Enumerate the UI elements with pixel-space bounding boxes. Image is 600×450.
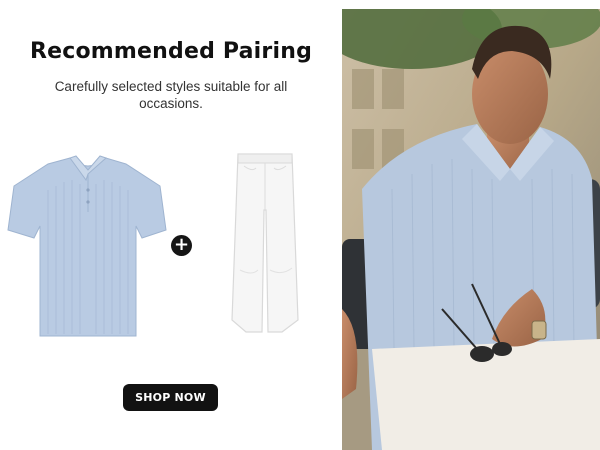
products-row	[7, 153, 299, 337]
white-pants-image[interactable]	[231, 153, 299, 333]
model-photo	[342, 9, 600, 450]
polo-shirt-image[interactable]	[7, 155, 167, 337]
promo-panel: Recommended Pairing Carefully selected s…	[0, 0, 342, 450]
banner-title: Recommended Pairing	[29, 39, 313, 64]
plus-icon: +	[171, 235, 192, 256]
shop-now-button[interactable]: SHOP NOW	[123, 384, 218, 411]
banner-subtitle: Carefully selected styles suitable for a…	[54, 79, 288, 111]
model-photo-illustration	[342, 9, 600, 450]
